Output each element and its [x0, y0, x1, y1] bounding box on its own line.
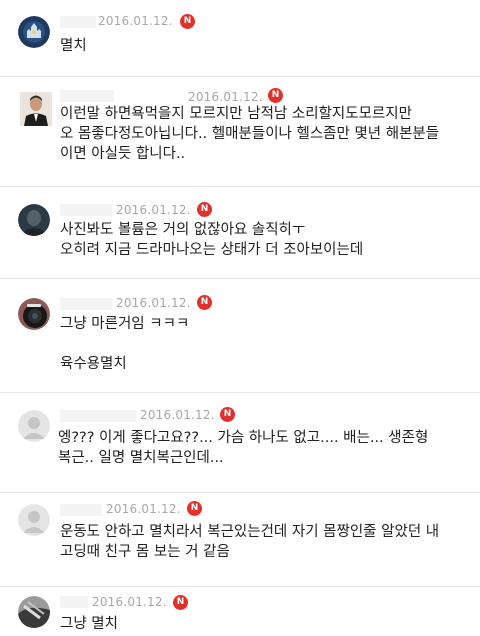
username-redacted[interactable]: [60, 298, 112, 310]
comment-item: 2016.01.12. N 이런말 하면욕먹을지 모르지만 남적남 소리할지도모…: [0, 76, 480, 187]
comment-item: 2016.01.12. N 운동도 안하고 멸치라서 복근있는건데 자기 몸짱인…: [0, 492, 480, 587]
user-avatar[interactable]: [18, 204, 50, 236]
comment-date: 2016.01.12.: [92, 595, 167, 609]
user-avatar[interactable]: [18, 410, 50, 442]
default-user-avatar-icon: [18, 410, 50, 442]
user-avatar[interactable]: [18, 16, 50, 48]
comment-text: 운동도 안하고 멸치라서 복근있는건데 자기 몸짱인줄 알았던 내 고딩때 친구…: [60, 524, 440, 560]
comment-date: 2016.01.12.: [98, 14, 173, 28]
new-badge: N: [197, 295, 212, 310]
comment-text: 그냥 마른거임 ㅋㅋㅋ 육수용멸치: [60, 316, 190, 372]
user-avatar[interactable]: [20, 92, 52, 126]
new-badge: N: [180, 14, 195, 29]
new-badge: N: [173, 595, 188, 610]
new-badge: N: [268, 88, 283, 103]
comment-date: 2016.01.12.: [140, 408, 215, 422]
user-avatar[interactable]: [18, 298, 50, 330]
new-badge: N: [220, 407, 235, 422]
username-redacted[interactable]: [60, 16, 96, 28]
disney-castle-avatar-icon: [18, 16, 50, 48]
dark-figure-avatar-icon: [18, 204, 50, 236]
username-redacted[interactable]: [60, 90, 114, 102]
comment-text: 멸치: [60, 38, 87, 54]
comment-date: 2016.01.12.: [116, 296, 191, 310]
comment-item: 2016.01.12. N 그냥 멸치: [0, 586, 480, 636]
comment-item: 2016.01.12. N 그냥 마른거임 ㅋㅋㅋ 육수용멸치: [0, 278, 480, 393]
man-portrait-avatar-icon: [20, 92, 52, 126]
comment-item: 2016.01.12. N 사진봐도 볼륨은 거의 없잖아요 솔직히ㅜ 오히려 …: [0, 186, 480, 279]
camera-lens-avatar-icon: [18, 298, 50, 330]
comment-text: 엥??? 이게 좋다고요??... 가슴 하나도 없고.... 배는... 생존…: [58, 430, 429, 466]
new-badge: N: [197, 202, 212, 217]
bw-photo-avatar-icon: [18, 596, 50, 628]
username-redacted[interactable]: [60, 596, 88, 608]
username-redacted[interactable]: [60, 410, 136, 422]
user-avatar[interactable]: [18, 596, 50, 628]
comment-item: 2016.01.12. N 멸치: [0, 0, 480, 77]
username-redacted[interactable]: [60, 204, 112, 216]
username-redacted[interactable]: [60, 504, 102, 516]
new-badge: N: [187, 501, 202, 516]
comment-text: 이런말 하면욕먹을지 모르지만 남적남 소리할지도모르지만 오 몸좋다정도아닙니…: [60, 106, 440, 162]
comment-text: 사진봐도 볼륨은 거의 없잖아요 솔직히ㅜ 오히려 지금 드라마나오는 상태가 …: [60, 222, 364, 258]
comment-date: 2016.01.12.: [116, 203, 191, 217]
comment-date: 2016.01.12.: [106, 502, 181, 516]
comment-date: 2016.01.12.: [188, 90, 263, 104]
default-user-avatar-icon: [18, 504, 50, 536]
comment-text: 그냥 멸치: [60, 616, 118, 632]
user-avatar[interactable]: [18, 504, 50, 536]
comment-item: 2016.01.12. N 엥??? 이게 좋다고요??... 가슴 하나도 없…: [0, 392, 480, 493]
